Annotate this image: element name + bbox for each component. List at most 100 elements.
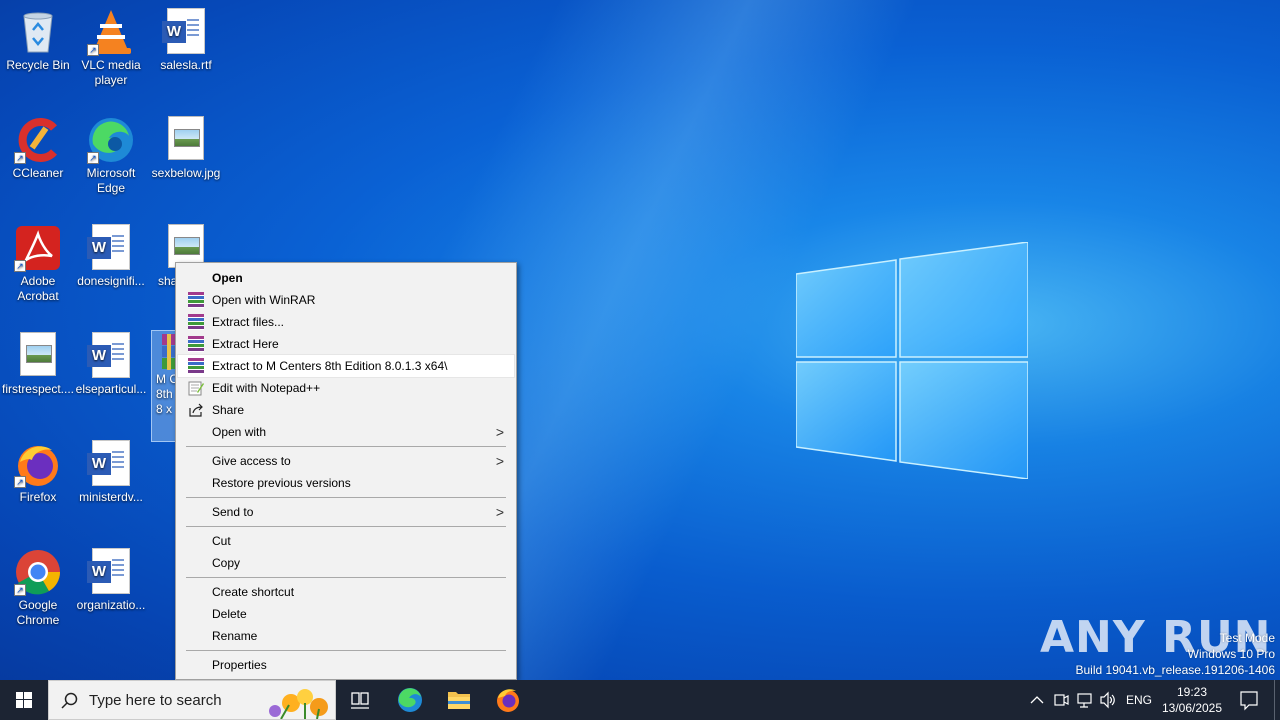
desktop-icon-salesla[interactable]: W salesla.rtf — [148, 2, 224, 73]
test-mode-text: Test Mode — [1219, 631, 1275, 645]
menu-item-cut[interactable]: Cut — [178, 530, 514, 552]
shortcut-arrow-icon: ↗ — [14, 260, 26, 272]
taskbar-search-box[interactable]: Type here to search — [48, 680, 336, 720]
desktop-icon-label: donesignifi... — [77, 274, 145, 288]
chevron-right-icon: > — [495, 504, 504, 520]
desktop-icon-label: Adobe Acrobat — [17, 274, 59, 303]
menu-separator — [186, 446, 506, 447]
menu-item-copy[interactable]: Copy — [178, 552, 514, 574]
chevron-up-icon — [1030, 696, 1044, 704]
desktop-icon-chrome[interactable]: ↗ Google Chrome — [0, 542, 76, 628]
menu-item-label: Share — [212, 403, 245, 417]
shortcut-arrow-icon: ↗ — [14, 584, 26, 596]
action-center-button[interactable] — [1234, 680, 1264, 720]
tray-volume-button[interactable] — [1099, 680, 1117, 720]
menu-item-open-with[interactable]: Open with > — [178, 421, 514, 443]
desktop-icon-label: Microsoft Edge — [86, 166, 136, 195]
notification-icon — [1240, 691, 1258, 711]
image-file-icon — [162, 116, 210, 164]
edge-icon — [398, 688, 422, 712]
taskbar: Type here to search ENG 19:23 13/06/2025 — [0, 680, 1280, 720]
notepadpp-icon — [188, 380, 204, 396]
shortcut-arrow-icon: ↗ — [87, 152, 99, 164]
menu-item-label: Send to — [212, 505, 254, 519]
chevron-right-icon: > — [495, 453, 504, 469]
desktop-icon-vlc[interactable]: ↗ VLC media player — [73, 2, 149, 88]
menu-item-label: Cut — [212, 534, 231, 548]
recycle-bin-icon — [14, 8, 62, 56]
word-document-icon: W — [87, 548, 135, 596]
desktop-icon-organizatio[interactable]: W organizatio... — [73, 542, 149, 613]
clock-time: 19:23 — [1176, 685, 1208, 699]
taskbar-clock[interactable]: 19:23 13/06/2025 — [1150, 684, 1234, 716]
word-document-icon: W — [162, 8, 210, 56]
menu-item-delete[interactable]: Delete — [178, 603, 514, 625]
taskbar-firefox-button[interactable] — [484, 680, 532, 720]
desktop-icon-label: firstrespect.... — [1, 382, 75, 396]
desktop-icon-donesignifi[interactable]: W donesignifi... — [73, 218, 149, 289]
word-document-icon: W — [87, 332, 135, 380]
menu-item-share[interactable]: Share — [178, 399, 514, 421]
taskbar-file-explorer-button[interactable] — [435, 680, 483, 720]
menu-item-extract-to-folder[interactable]: Extract to M Centers 8th Edition 8.0.1.3… — [177, 354, 515, 378]
menu-item-open-with-winrar[interactable]: Open with WinRAR — [178, 289, 514, 311]
word-document-icon: W — [87, 440, 135, 488]
share-icon — [188, 402, 204, 418]
search-highlight-flowers-icon — [269, 689, 328, 719]
desktop-icon-label: salesla.rtf — [160, 58, 212, 72]
menu-item-restore-previous[interactable]: Restore previous versions — [178, 472, 514, 494]
search-placeholder: Type here to search — [89, 692, 222, 709]
taskbar-edge-button[interactable] — [386, 680, 434, 720]
tray-network-button[interactable] — [1076, 680, 1094, 720]
menu-item-edit-notepadpp[interactable]: Edit with Notepad++ — [178, 377, 514, 399]
desktop-icon-label: elseparticul... — [75, 382, 147, 396]
winrar-icon — [188, 336, 204, 352]
chevron-right-icon: > — [495, 424, 504, 440]
file-explorer-icon — [448, 692, 470, 709]
desktop-icon-recycle-bin[interactable]: Recycle Bin — [0, 2, 76, 73]
desktop-icon-elseparticul[interactable]: W elseparticul... — [73, 326, 149, 397]
menu-item-label: Copy — [212, 556, 241, 570]
menu-item-create-shortcut[interactable]: Create shortcut — [178, 581, 514, 603]
task-view-button[interactable] — [336, 680, 384, 720]
menu-item-label: Restore previous versions — [212, 476, 351, 490]
desktop-icon-label: ministerdv... — [79, 490, 143, 504]
desktop-icon-acrobat[interactable]: ↗ Adobe Acrobat — [0, 218, 76, 304]
windows-logo-wallpaper — [796, 242, 1028, 479]
desktop-icon-label: CCleaner — [12, 166, 64, 180]
desktop-icon-label: organizatio... — [76, 598, 146, 612]
menu-item-extract-here[interactable]: Extract Here — [178, 333, 514, 355]
desktop-icon-label: Recycle Bin — [6, 58, 70, 72]
desktop-icon-firstrespect[interactable]: firstrespect.... — [0, 326, 76, 397]
show-hidden-icons-button[interactable] — [1028, 680, 1046, 720]
show-desktop-button[interactable] — [1274, 680, 1275, 720]
start-button[interactable] — [0, 680, 48, 720]
menu-item-label: Give access to — [212, 454, 291, 468]
winrar-icon — [188, 314, 204, 330]
image-file-icon — [14, 332, 62, 380]
menu-item-send-to[interactable]: Send to > — [178, 501, 514, 523]
menu-separator — [186, 497, 506, 498]
menu-item-rename[interactable]: Rename — [178, 625, 514, 647]
volume-icon — [1100, 691, 1115, 709]
desktop-icon-ministerdv[interactable]: W ministerdv... — [73, 434, 149, 505]
menu-item-label: Extract Here — [212, 337, 279, 351]
desktop-icon-sexbelow[interactable]: sexbelow.jpg — [148, 110, 224, 181]
desktop-icon-edge[interactable]: ↗ Microsoft Edge — [73, 110, 149, 196]
menu-item-properties[interactable]: Properties — [178, 654, 514, 676]
desktop-icon-label: sexbelow.jpg — [151, 166, 221, 180]
menu-item-label: Create shortcut — [212, 585, 295, 599]
menu-item-open[interactable]: Open — [178, 267, 514, 289]
edge-icon: ↗ — [87, 116, 135, 164]
desktop-icon-firefox[interactable]: ↗ Firefox — [0, 434, 76, 505]
shortcut-arrow-icon: ↗ — [14, 152, 26, 164]
menu-item-give-access[interactable]: Give access to > — [178, 450, 514, 472]
menu-item-extract-files[interactable]: Extract files... — [178, 311, 514, 333]
shortcut-arrow-icon: ↗ — [87, 44, 99, 56]
tray-meet-now-button[interactable] — [1052, 680, 1070, 720]
windows-watermark: Test Mode Windows 10 Pro Build 19041.vb_… — [1076, 630, 1276, 678]
vlc-icon: ↗ — [87, 8, 135, 56]
ccleaner-icon: ↗ — [14, 116, 62, 164]
firefox-icon — [497, 689, 519, 712]
desktop-icon-ccleaner[interactable]: ↗ CCleaner — [0, 110, 76, 181]
